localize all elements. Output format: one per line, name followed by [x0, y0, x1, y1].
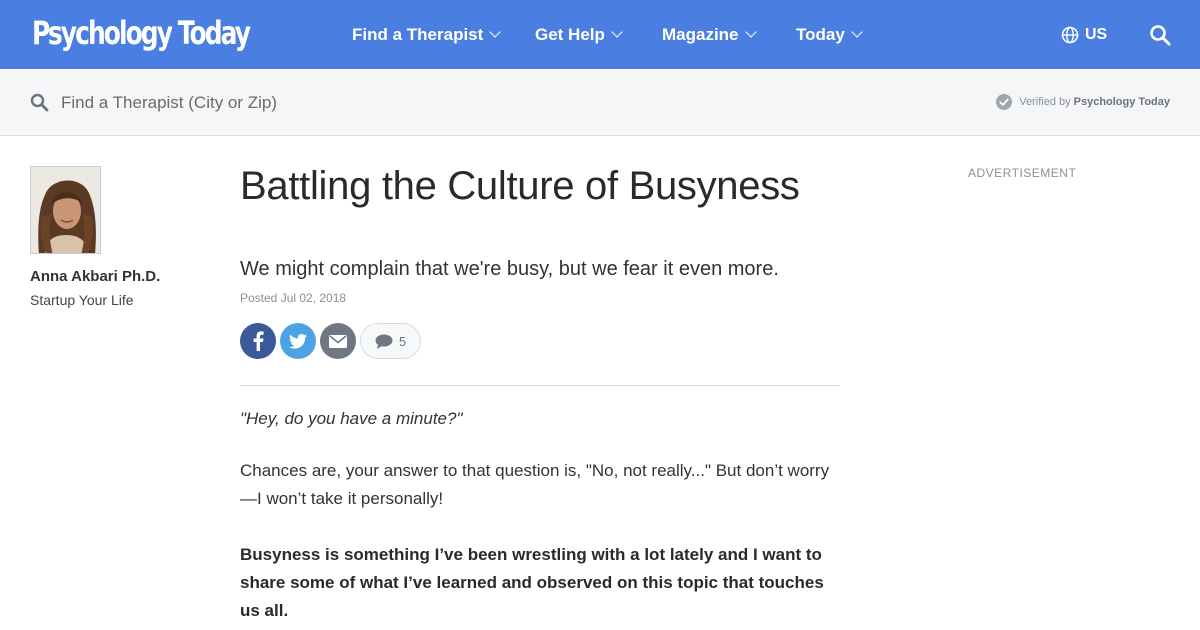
- advertisement-label: ADVERTISEMENT: [968, 166, 1077, 180]
- twitter-share-button[interactable]: [280, 323, 316, 359]
- divider: [240, 385, 840, 386]
- author-name[interactable]: Anna Akbari Ph.D.: [30, 268, 160, 285]
- envelope-icon: [329, 334, 347, 348]
- post-date: Posted Jul 02, 2018: [240, 291, 347, 305]
- chevron-down-icon: [744, 26, 757, 38]
- article-paragraph: Chances are, your answer to that questio…: [240, 461, 830, 508]
- article-paragraph: Busyness is something I’ve been wrestlin…: [240, 545, 824, 620]
- therapist-search-bar: Verified by Psychology Today: [0, 69, 1200, 136]
- region-selector[interactable]: US: [1061, 0, 1107, 69]
- chevron-down-icon: [489, 26, 501, 38]
- site-logo[interactable]: Psychology Today: [32, 13, 251, 53]
- search-icon: [30, 93, 49, 117]
- nav-label: Magazine: [662, 24, 739, 44]
- verified-badge: Verified by Psychology Today: [995, 93, 1170, 111]
- article-subtitle: We might complain that we're busy, but w…: [240, 258, 779, 280]
- nav-label: Get Help: [535, 24, 605, 44]
- nav-label: Find a Therapist: [352, 24, 484, 44]
- chevron-down-icon: [851, 26, 863, 38]
- article-title: Battling the Culture of Busyness: [240, 164, 800, 208]
- nav-magazine[interactable]: Magazine: [662, 0, 757, 69]
- facebook-icon: [253, 331, 264, 351]
- nav-get-help[interactable]: Get Help: [535, 0, 623, 69]
- nav-find-therapist[interactable]: Find a Therapist: [352, 0, 501, 69]
- twitter-icon: [289, 333, 307, 349]
- comment-count: 5: [399, 333, 407, 349]
- check-circle-icon: [996, 94, 1013, 110]
- therapist-search-input[interactable]: [56, 87, 456, 119]
- verified-brand: Psychology Today: [1073, 96, 1170, 108]
- nav-today[interactable]: Today: [796, 0, 863, 69]
- verified-prefix: Verified by: [1019, 96, 1071, 108]
- search-icon[interactable]: [1149, 24, 1171, 51]
- nav-label: Today: [796, 24, 845, 44]
- globe-icon: [1061, 26, 1079, 43]
- comment-bubble-icon: [375, 334, 393, 349]
- chevron-down-icon: [611, 26, 623, 38]
- comments-button[interactable]: 5: [360, 323, 422, 359]
- top-nav-bar: Psychology Today Find a Therapist Get He…: [0, 0, 1200, 69]
- author-blog-name[interactable]: Startup Your Life: [30, 292, 134, 308]
- article-paragraph: "Hey, do you have a minute?": [240, 409, 463, 428]
- email-share-button[interactable]: [320, 323, 356, 359]
- author-avatar[interactable]: [30, 166, 101, 254]
- region-label: US: [1085, 25, 1108, 43]
- share-bar: 5: [240, 323, 422, 359]
- facebook-share-button[interactable]: [240, 323, 276, 359]
